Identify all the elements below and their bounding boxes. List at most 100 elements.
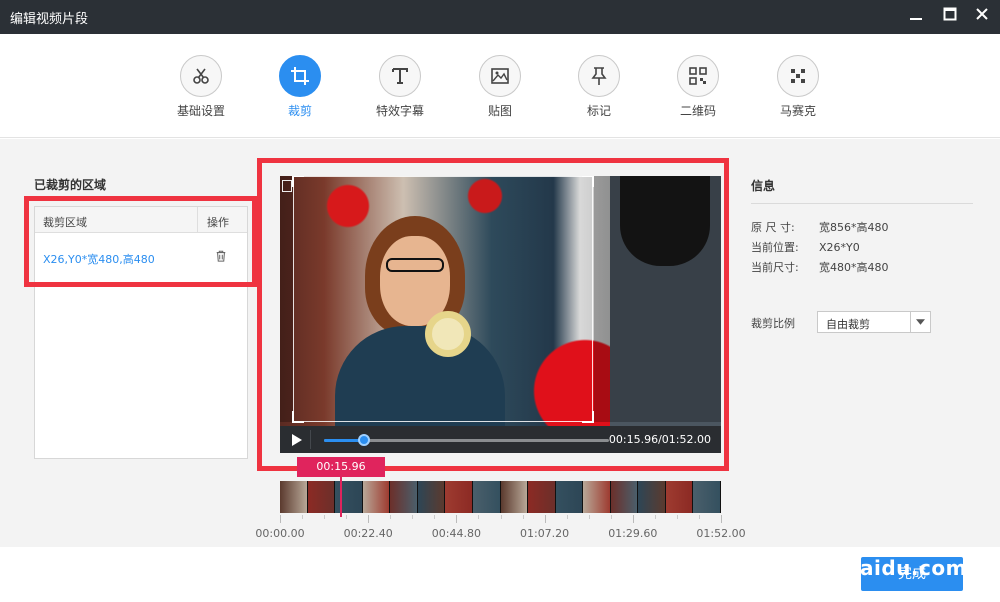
info-label: 当前位置: <box>751 241 799 254</box>
seek-handle[interactable] <box>358 434 371 446</box>
tool-mosaic[interactable]: 马赛克 <box>758 55 838 119</box>
filmstrip-frame <box>417 481 446 513</box>
tool-label: 贴图 <box>487 104 512 118</box>
info-value: 宽856*高480 <box>819 221 889 234</box>
ruler-minor-tick <box>302 515 304 519</box>
ruler-tick <box>456 515 458 523</box>
ruler-minor-tick <box>610 515 612 519</box>
tool-label: 裁剪 <box>287 104 312 118</box>
play-button[interactable] <box>288 432 304 448</box>
filmstrip-frame <box>472 481 501 513</box>
filmstrip-frame <box>665 481 694 513</box>
watermark-text: aidu.com <box>860 556 967 580</box>
timeline-filmstrip[interactable] <box>280 481 721 513</box>
crop-ratio-value: 自由裁剪 <box>826 318 870 331</box>
filmstrip-frame <box>693 481 721 513</box>
ruler-minor-tick <box>676 515 678 519</box>
ruler-minor-tick <box>412 515 414 519</box>
seek-bar[interactable] <box>324 434 609 446</box>
crop-icon <box>279 55 321 97</box>
ruler-minor-tick <box>566 515 568 519</box>
filmstrip-frame <box>307 481 336 513</box>
crop-outside-area <box>594 176 721 422</box>
ruler-tick-label: 01:07.20 <box>519 527 570 540</box>
video-preview[interactable]: 00:15.96/01:52.00 <box>280 176 721 453</box>
window-title: 编辑视频片段 <box>10 12 89 27</box>
column-divider <box>197 207 198 233</box>
filmstrip-frame <box>555 481 584 513</box>
ruler-minor-tick <box>346 515 348 519</box>
crop-ratio-select[interactable]: 自由裁剪 <box>817 311 931 333</box>
tool-qrcode[interactable]: 二维码 <box>658 55 738 119</box>
title-bar: 编辑视频片段 <box>0 0 1000 34</box>
ruler-minor-tick <box>588 515 590 519</box>
ruler-tick-label: 00:00.00 <box>255 527 305 540</box>
tool-label: 特效字幕 <box>375 104 424 118</box>
scissors-icon <box>180 55 222 97</box>
info-current-position: 当前位置: X26*Y0 <box>751 239 860 255</box>
crop-frame-icon <box>282 180 292 192</box>
timeline-current-time-label: 00:15.96 <box>316 460 366 473</box>
info-label: 原 尺 寸: <box>751 221 795 234</box>
info-divider <box>751 203 973 204</box>
mosaic-icon <box>777 55 819 97</box>
ruler-tick-label: 01:52.00 <box>696 527 746 540</box>
column-header-region: 裁剪区域 <box>43 216 87 229</box>
tool-label: 马赛克 <box>779 104 816 118</box>
minimize-button[interactable] <box>906 6 926 26</box>
tool-stickers[interactable]: 贴图 <box>460 55 540 119</box>
crop-handle-bottom-right[interactable] <box>582 411 594 423</box>
ruler-minor-tick <box>434 515 436 519</box>
crop-outside-area <box>280 176 293 422</box>
ruler-minor-tick <box>478 515 480 519</box>
play-icon <box>292 434 302 446</box>
close-button[interactable] <box>972 6 992 26</box>
tool-basic-settings[interactable]: 基础设置 <box>161 55 241 119</box>
crop-handle-top-left[interactable] <box>292 176 304 187</box>
ruler-tick <box>368 515 370 523</box>
crop-handle-top-right[interactable] <box>582 176 594 187</box>
ruler-tick-label: 01:29.60 <box>608 527 658 540</box>
control-divider <box>310 430 311 449</box>
tool-label: 二维码 <box>679 104 716 118</box>
filmstrip-frame <box>390 481 418 513</box>
filmstrip-frame <box>280 481 308 513</box>
ruler-tick <box>544 515 546 523</box>
maximize-button[interactable] <box>940 6 960 26</box>
trash-icon <box>216 250 226 262</box>
tool-crop[interactable]: 裁剪 <box>260 55 340 119</box>
timeline-playhead[interactable] <box>340 477 342 517</box>
ruler-tick <box>280 515 281 523</box>
close-icon <box>976 8 988 20</box>
filmstrip-frame <box>500 481 529 513</box>
ruler-minor-tick <box>500 515 502 519</box>
ruler-tick-label: 00:22.40 <box>343 527 393 540</box>
delete-crop-button[interactable] <box>215 249 229 263</box>
timeline-current-time[interactable]: 00:15.96 <box>297 457 385 477</box>
crop-handle-bottom-left[interactable] <box>292 411 304 423</box>
chevron-down-icon <box>910 312 930 332</box>
ruler-minor-tick <box>390 515 392 519</box>
ruler-minor-tick <box>522 515 524 519</box>
tool-label: 基础设置 <box>176 104 225 118</box>
ruler-tick <box>721 515 722 523</box>
info-title: 信息 <box>751 179 776 193</box>
filmstrip-frame <box>638 481 666 513</box>
ruler-minor-tick <box>654 515 656 519</box>
tool-mark[interactable]: 标记 <box>559 55 639 119</box>
crop-selection-frame[interactable] <box>292 176 594 423</box>
column-header-action: 操作 <box>207 216 229 229</box>
ruler-tick-label: 00:44.80 <box>431 527 481 540</box>
ruler-minor-tick <box>324 515 326 519</box>
tool-text-effects[interactable]: 特效字幕 <box>360 55 440 119</box>
player-controls: 00:15.96/01:52.00 <box>280 426 721 453</box>
filmstrip-frame <box>610 481 639 513</box>
qrcode-icon <box>677 55 719 97</box>
crop-region-entry[interactable]: X26,Y0*宽480,高480 <box>43 251 155 267</box>
filmstrip-frame <box>583 481 611 513</box>
tool-label: 标记 <box>586 104 611 118</box>
filmstrip-frame <box>362 481 391 513</box>
info-original-size: 原 尺 寸: 宽856*高480 <box>751 219 889 235</box>
editor-content: 已裁剪的区域 裁剪区域 操作 X26,Y0*宽480,高480 00:15.96… <box>0 139 1000 547</box>
filmstrip-frame <box>528 481 556 513</box>
